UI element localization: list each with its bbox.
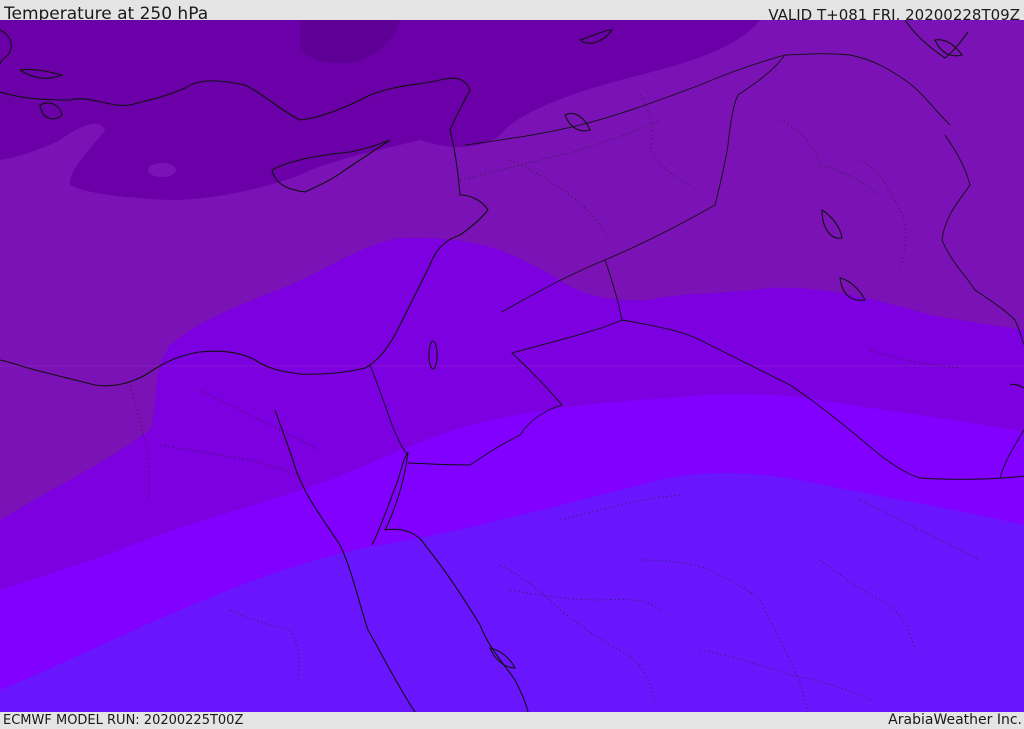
header-bar: Temperature at 250 hPa VALID T+081 FRI. … [0,0,1024,24]
footer-bar: ECMWF MODEL RUN: 20200225T00Z ArabiaWeat… [0,712,1024,729]
temperature-map [0,20,1024,712]
model-run: ECMWF MODEL RUN: 20200225T00Z [3,713,244,728]
brand-credit: ArabiaWeather Inc. [888,712,1022,728]
map-panel[interactable] [0,20,1024,712]
warm-pocket [148,163,176,177]
